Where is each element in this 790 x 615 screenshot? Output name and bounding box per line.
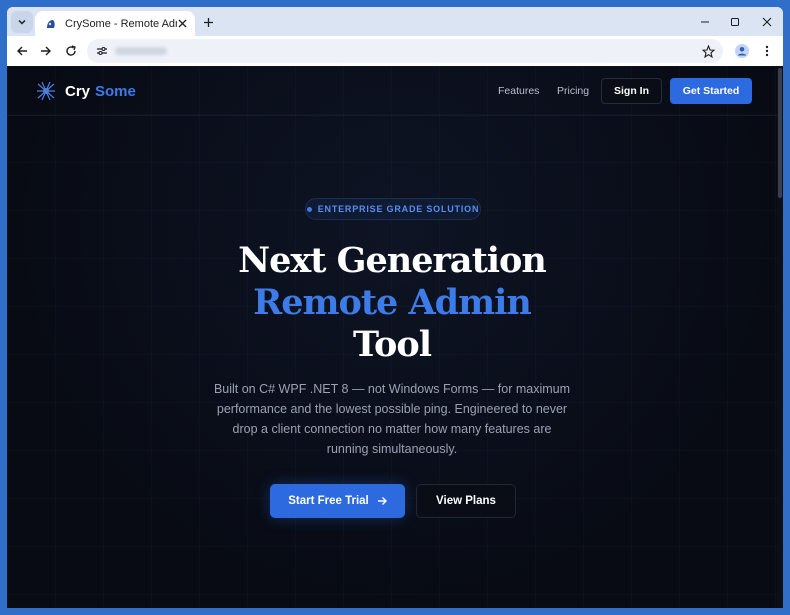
close-window-icon[interactable] <box>758 13 776 31</box>
badge-dot <box>306 206 312 212</box>
browser-window: CrySome - Remote Admin Tool <box>7 7 783 608</box>
back-arrow-icon[interactable] <box>13 42 31 60</box>
minimize-icon[interactable] <box>696 13 714 31</box>
logo-text-some: Some <box>95 82 136 100</box>
view-plans-button[interactable]: View Plans <box>416 484 516 518</box>
hero-title-line3: Tool <box>352 324 432 365</box>
spider-logo-icon <box>37 81 55 101</box>
logo-text-cry: Cry <box>65 82 91 100</box>
enterprise-badge: ENTERPRISE GRADE SOLUTION <box>305 198 481 220</box>
crysome-favicon-icon <box>45 18 57 30</box>
page-content: Cry Some Features Pricing Sign In Get St… <box>7 66 783 608</box>
site-info-icon[interactable] <box>93 42 111 60</box>
get-started-button[interactable]: Get Started <box>670 78 752 104</box>
new-tab-icon[interactable] <box>199 13 217 31</box>
start-free-trial-label: Start Free Trial <box>288 495 369 507</box>
page-scrollbar[interactable] <box>777 66 783 608</box>
sign-in-button[interactable]: Sign In <box>601 78 662 104</box>
nav-link-features[interactable]: Features <box>498 85 539 97</box>
address-bar[interactable] <box>87 39 723 63</box>
hero-description: Built on C# WPF .NET 8 — not Windows For… <box>213 382 571 456</box>
chevron-down-icon <box>18 19 26 25</box>
hero-title-line1: Next Generation <box>238 240 547 281</box>
profile-avatar-icon[interactable] <box>733 42 751 60</box>
site-logo[interactable]: Cry Some <box>35 80 136 102</box>
badge-text: ENTERPRISE GRADE SOLUTION <box>317 204 480 214</box>
arrow-right-icon <box>377 497 387 505</box>
browser-menu-icon[interactable] <box>758 42 776 60</box>
tab-title: CrySome - Remote Admin Tool <box>65 17 177 30</box>
browser-toolbar <box>7 36 783 66</box>
close-tab-icon[interactable] <box>175 16 189 30</box>
active-tab[interactable]: CrySome - Remote Admin Tool <box>35 11 195 36</box>
maximize-icon[interactable] <box>726 13 744 31</box>
nav-link-pricing[interactable]: Pricing <box>557 85 589 97</box>
bookmark-star-icon[interactable] <box>699 42 717 60</box>
blurred-url <box>115 47 167 55</box>
scrollbar-thumb[interactable] <box>778 68 782 198</box>
tab-strip: CrySome - Remote Admin Tool <box>7 7 783 36</box>
hero-title-line2: Remote Admin <box>253 282 532 323</box>
start-free-trial-button[interactable]: Start Free Trial <box>270 484 405 518</box>
forward-arrow-icon[interactable] <box>37 42 55 60</box>
reload-icon[interactable] <box>62 42 80 60</box>
site-nav: Cry Some Features Pricing Sign In Get St… <box>7 66 777 116</box>
tab-search-button[interactable] <box>11 11 33 33</box>
